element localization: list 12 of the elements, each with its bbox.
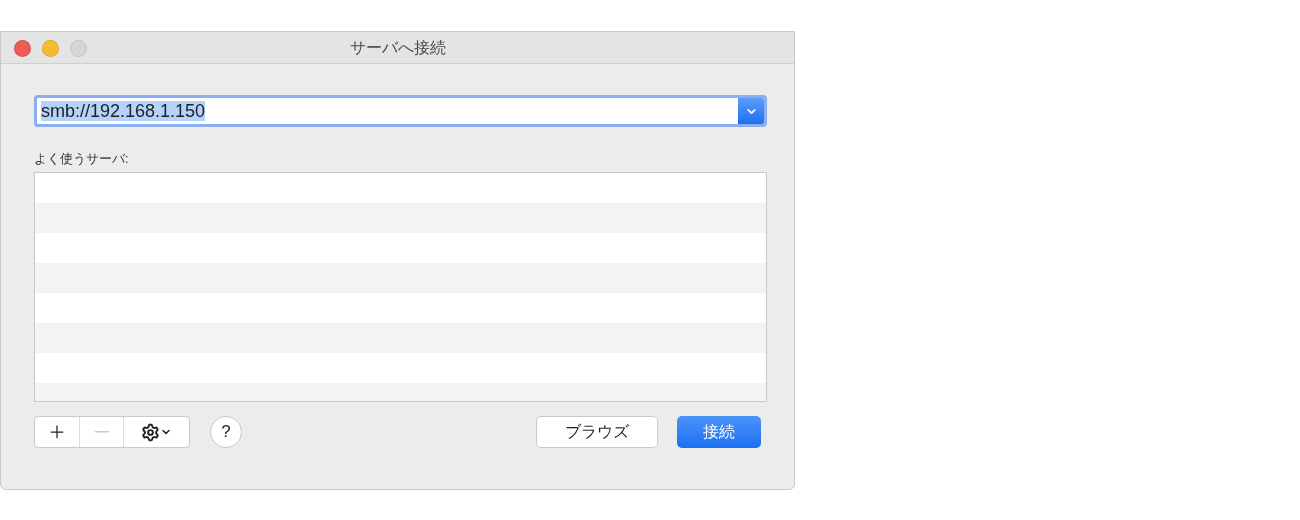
favorites-label: よく使うサーバ: (34, 150, 130, 168)
dropdown-button[interactable] (738, 98, 764, 124)
browse-button[interactable]: ブラウズ (536, 416, 658, 448)
minimize-window-button[interactable] (42, 40, 59, 57)
connect-button[interactable]: 接続 (677, 416, 761, 448)
help-button[interactable]: ? (210, 416, 242, 448)
gear-icon (141, 422, 160, 442)
minus-icon (94, 431, 109, 433)
close-window-button[interactable] (14, 40, 31, 57)
window-title: サーバへ接続 (349, 37, 446, 58)
address-text: smb://192.168.1.150 (41, 100, 206, 121)
address-field[interactable]: smb://192.168.1.150 (34, 95, 767, 127)
